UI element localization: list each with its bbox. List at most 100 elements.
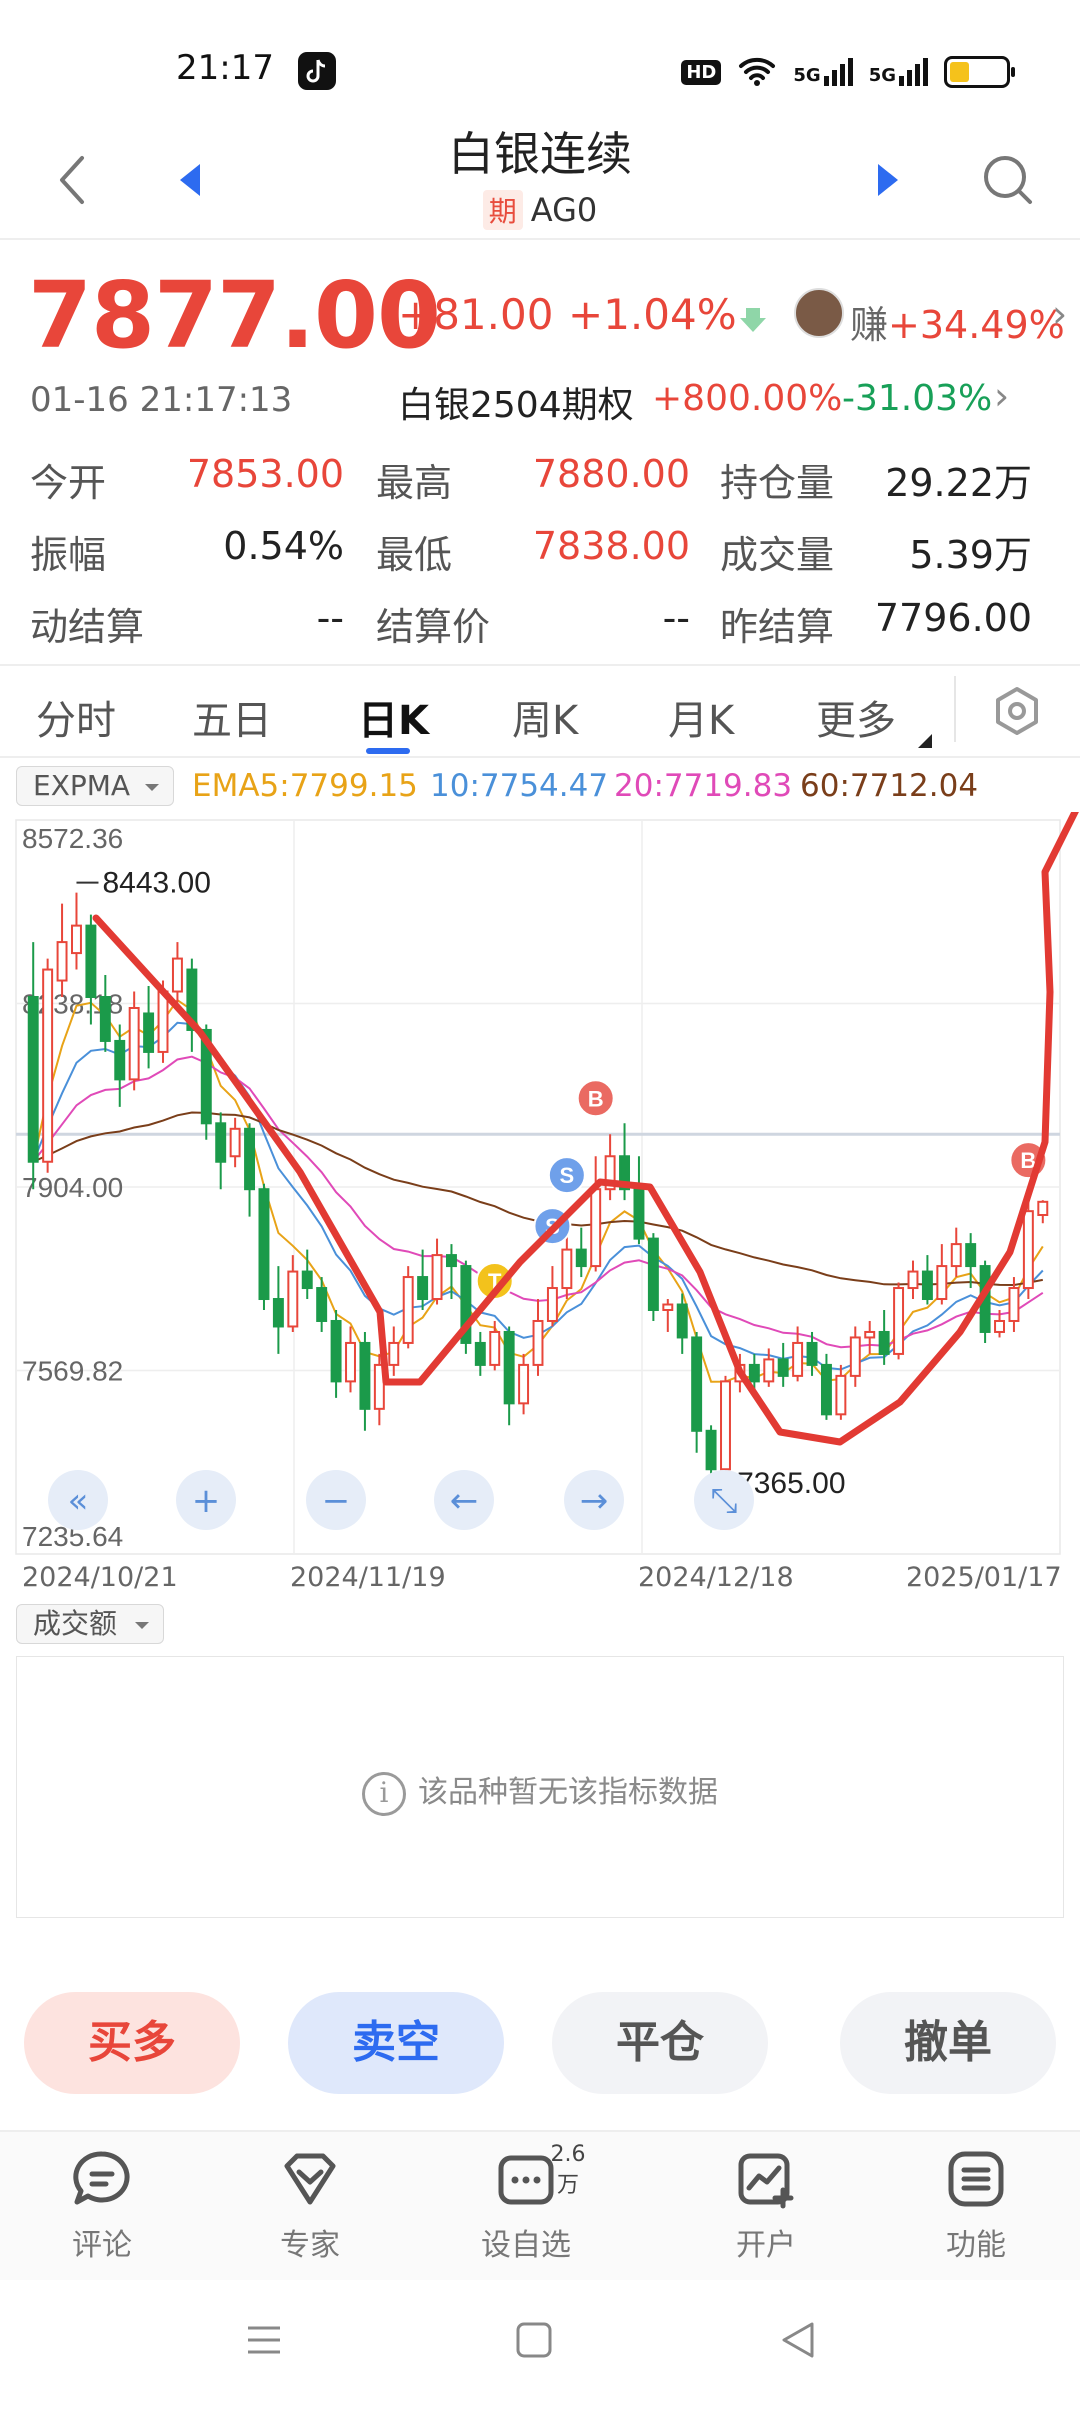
x-tick-label: 2024/10/21 <box>22 1562 178 1593</box>
chart-control-button[interactable]: ← <box>434 1470 494 1530</box>
candle <box>864 1320 876 1354</box>
candle-body <box>806 1341 818 1366</box>
buy-long-button[interactable]: 买多 <box>24 1992 240 2094</box>
next-instrument-icon[interactable] <box>872 162 902 198</box>
candle-body <box>633 1188 645 1240</box>
status-time: 21:17 <box>176 48 274 88</box>
candle-body <box>359 1341 371 1410</box>
stats-row: 今开 7853.00 最高 7880.00 持仓量 29.22万 <box>0 452 1080 524</box>
candle-body <box>965 1243 977 1268</box>
candle-body <box>128 1006 140 1081</box>
candle-body <box>345 1341 356 1383</box>
candle-body <box>330 1319 342 1383</box>
tab-daily-k[interactable]: 日K <box>358 688 429 746</box>
candle-body <box>994 1319 1005 1333</box>
candle <box>431 1238 443 1305</box>
chart-control-button[interactable]: − <box>306 1470 366 1530</box>
candle-body <box>388 1341 400 1366</box>
candle-body <box>1008 1287 1020 1322</box>
earn-rate[interactable]: 赚+34.49% <box>850 294 1065 349</box>
candle <box>99 975 111 1052</box>
battery-icon <box>944 56 1015 88</box>
header: 白银连续 期 AG0 <box>0 110 1080 240</box>
candle <box>532 1299 544 1376</box>
candle <box>936 1244 948 1305</box>
candle <box>186 958 198 1052</box>
stat-value: -- <box>316 596 344 640</box>
candle-body <box>489 1330 501 1366</box>
tab-intraday[interactable]: 分时 <box>36 688 116 746</box>
candle <box>460 1260 472 1354</box>
candle <box>229 1117 241 1168</box>
candle <box>56 903 68 998</box>
stat-label: 最低 <box>376 533 453 577</box>
candle-body <box>864 1330 876 1339</box>
nav-watchlist[interactable]: 2.6万 设自选 <box>456 2142 596 2264</box>
chart-control-button[interactable]: + <box>176 1470 236 1530</box>
wifi-icon <box>737 54 777 90</box>
close-position-button[interactable]: 平仓 <box>552 1992 768 2094</box>
candle <box>359 1331 371 1431</box>
candle-body <box>143 1012 155 1053</box>
chevron-right-icon[interactable]: › <box>994 374 1009 418</box>
candle <box>849 1326 861 1387</box>
nav-comment[interactable]: 评论 <box>32 2148 172 2264</box>
candle <box>518 1353 530 1415</box>
nav-open-account[interactable]: 开户 <box>696 2148 836 2264</box>
home-icon[interactable] <box>514 2320 554 2360</box>
chevron-right-icon[interactable]: › <box>1052 292 1067 336</box>
candle <box>950 1227 962 1278</box>
tab-weekly-k[interactable]: 周K <box>512 688 578 746</box>
stats-grid: 今开 7853.00 最高 7880.00 持仓量 29.22万 振幅 0.54… <box>0 452 1080 668</box>
futures-badge: 期 <box>482 190 523 230</box>
chevron-down-icon <box>135 1622 149 1629</box>
nav-functions[interactable]: 功能 <box>906 2148 1046 2264</box>
ema20-value: 20:7719.83 <box>614 768 793 804</box>
related-option-link[interactable]: 白银2504期权 <box>398 376 634 428</box>
system-nav-bar <box>0 2280 1080 2412</box>
tab-more[interactable]: 更多 <box>816 688 896 746</box>
candle-body <box>27 996 39 1163</box>
stat-value: 0.54% <box>223 524 344 568</box>
candle-body <box>849 1336 861 1377</box>
tab-five-day[interactable]: 五日 <box>192 688 272 746</box>
candle-body <box>532 1319 544 1366</box>
candle-body <box>835 1374 847 1416</box>
option-change-down: -31.03% <box>842 378 993 419</box>
gear-icon[interactable] <box>992 686 1042 736</box>
stats-row: 动结算 -- 结算价 -- 昨结算 7796.00 <box>0 596 1080 668</box>
control-label: + <box>192 1481 221 1521</box>
avatar[interactable] <box>794 288 844 338</box>
nav-expert[interactable]: 专家 <box>240 2148 380 2264</box>
candle-body <box>301 1270 313 1290</box>
candle <box>114 1024 126 1107</box>
candle <box>128 991 140 1091</box>
candle-body <box>907 1270 919 1290</box>
chart-control-button[interactable]: ⤡ <box>694 1470 754 1530</box>
ema5-value: EMA5:7799.15 <box>192 768 418 804</box>
back-nav-icon[interactable] <box>778 2320 818 2360</box>
candle <box>417 1249 429 1310</box>
indicator-select[interactable]: EXPMA <box>16 766 174 806</box>
recent-apps-icon[interactable] <box>244 2320 284 2360</box>
volume-panel: i 该品种暂无该指标数据 <box>16 1656 1064 1918</box>
candle <box>835 1364 847 1420</box>
signal-label: S <box>560 1163 575 1188</box>
stat-label: 振幅 <box>30 533 107 577</box>
candle-body <box>316 1287 328 1322</box>
chart-control-button[interactable]: « <box>48 1470 108 1530</box>
candle-body <box>518 1363 530 1405</box>
chart-control-button[interactable]: → <box>564 1470 624 1530</box>
sell-short-button[interactable]: 卖空 <box>288 1992 504 2094</box>
volume-indicator-select[interactable]: 成交额 <box>16 1604 164 1644</box>
quote-timestamp: 01-16 21:17:13 <box>30 380 293 420</box>
candlestick-chart[interactable]: 8572.368238.187904.007569.827235.648443.… <box>0 812 1080 1582</box>
candle-body <box>575 1248 587 1268</box>
candle-body <box>431 1254 443 1301</box>
candle <box>388 1326 400 1376</box>
candle-body <box>720 1380 731 1471</box>
tab-monthly-k[interactable]: 月K <box>668 688 734 746</box>
cancel-order-button[interactable]: 撤单 <box>840 1992 1056 2094</box>
candle-body <box>1022 1210 1034 1290</box>
search-icon[interactable] <box>980 152 1036 208</box>
